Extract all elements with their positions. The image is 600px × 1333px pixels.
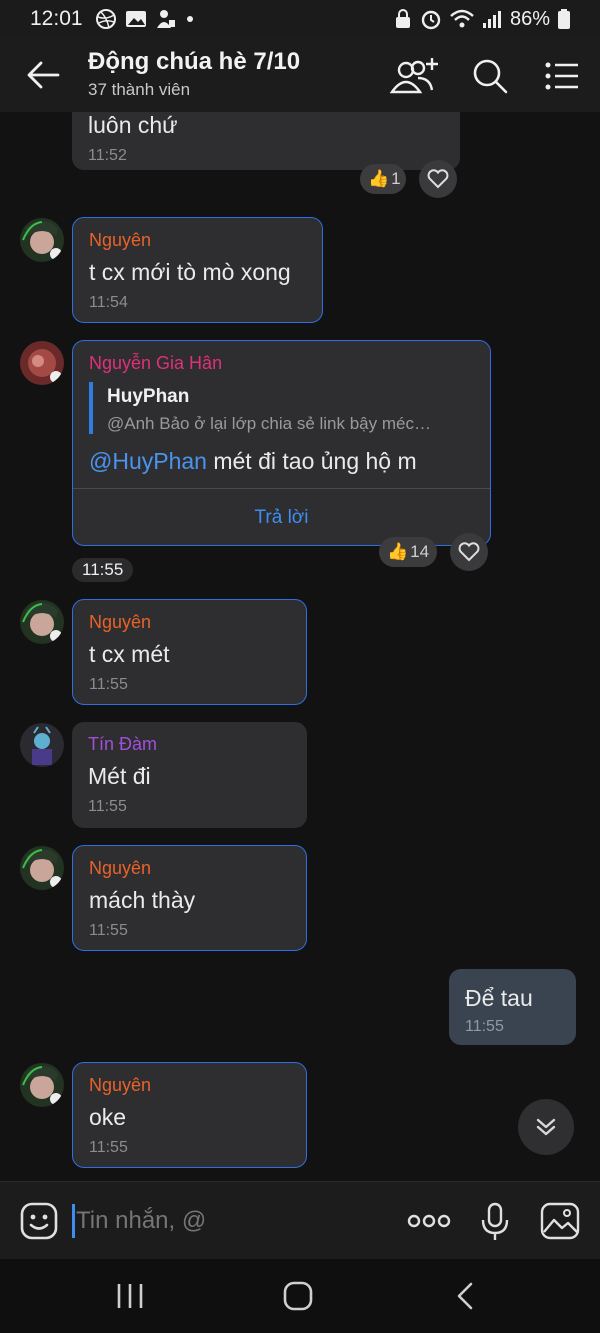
double-chevron-down-icon (536, 1118, 556, 1136)
alarm-icon (421, 10, 441, 30)
person-icon (156, 10, 175, 28)
message-bubble[interactable]: luôn chứ 11:52 (72, 112, 460, 170)
avatar[interactable] (20, 218, 64, 262)
message-bubble[interactable]: Nguyên mách thày 11:55 (72, 845, 307, 951)
gallery-icon (125, 11, 146, 27)
message-text: t cx mét (89, 641, 170, 667)
recent-apps-icon[interactable] (116, 1281, 144, 1311)
my-message-bubble[interactable]: Để tau 11:55 (449, 969, 576, 1045)
dribbble-icon (95, 9, 116, 29)
message-text: t cx mới tò mò xong (89, 259, 291, 285)
avatar[interactable] (20, 846, 64, 890)
scroll-to-bottom-button[interactable] (518, 1099, 574, 1155)
message-text: mét đi tao ủng hộ m (206, 448, 417, 474)
message-time: 11:55 (89, 922, 128, 939)
microphone-icon[interactable] (480, 1202, 510, 1242)
battery-icon (558, 9, 570, 29)
message-time: 11:55 (89, 1139, 128, 1156)
message-text: luôn chứ (88, 112, 178, 138)
heart-icon (458, 542, 480, 562)
more-options-icon[interactable] (406, 1212, 452, 1230)
message-time: 11:55 (72, 558, 134, 582)
divider (73, 488, 490, 489)
sender-name: Tín Đàm (88, 734, 158, 754)
heart-react-button[interactable] (450, 533, 488, 571)
avatar[interactable] (20, 600, 64, 644)
avatar[interactable] (20, 1063, 64, 1107)
sender-name: Nguyên (89, 858, 152, 878)
message-list[interactable]: luôn chứ 11:52 👍 1 Nguyên t cx mới tò mò… (0, 112, 600, 1180)
reaction-chip[interactable]: 👍 14 (379, 537, 437, 567)
sender-name: Nguyên (89, 230, 152, 250)
avatar[interactable] (20, 341, 64, 385)
member-count[interactable]: 37 thành viên (88, 80, 190, 100)
search-icon[interactable] (468, 56, 512, 96)
message-text: mách thày (89, 887, 196, 913)
group-title[interactable]: Động chúa hè 7/10 (88, 48, 300, 76)
system-icons: 86% (394, 8, 570, 31)
sender-name: Nguyên (89, 612, 152, 632)
message-text: oke (89, 1104, 127, 1130)
heart-react-button[interactable] (419, 160, 457, 198)
message-text: Mét đi (88, 763, 151, 789)
reply-message-bubble[interactable]: Nguyễn Gia Hân HuyPhan @Anh Bảo ở lại lớ… (72, 340, 491, 546)
quote-author: HuyPhan (107, 386, 190, 407)
system-navigation-bar (0, 1259, 600, 1333)
quoted-message[interactable]: HuyPhan @Anh Bảo ở lại lớp chia sẻ link … (89, 382, 474, 434)
avatar[interactable] (20, 723, 64, 767)
menu-icon[interactable] (544, 56, 580, 96)
wifi-icon (450, 9, 474, 28)
home-icon[interactable] (282, 1280, 314, 1312)
back-nav-icon[interactable] (455, 1281, 475, 1311)
image-icon[interactable] (540, 1202, 580, 1240)
thumbs-up-icon: 👍 (387, 542, 409, 561)
alarm-lock-icon (395, 9, 410, 28)
message-time: 11:54 (89, 294, 128, 311)
status-time: 12:01 (30, 7, 83, 30)
battery-percent: 86% (509, 7, 550, 30)
sender-name: Nguyên (89, 1075, 152, 1095)
status-bar: 12:01 86% (0, 0, 600, 38)
sender-name: Nguyễn Gia Hân (89, 353, 223, 373)
notification-icons (95, 8, 195, 30)
message-composer (0, 1181, 600, 1259)
thumbs-up-icon: 👍 (368, 169, 390, 188)
reaction-count: 14 (410, 542, 430, 561)
heart-icon (427, 169, 449, 189)
back-arrow-icon[interactable] (26, 60, 60, 90)
quote-text: @Anh Bảo ở lại lớp chia sẻ link bậy méc… (107, 414, 431, 433)
message-bubble[interactable]: Nguyên t cx mới tò mò xong 11:54 (72, 217, 323, 323)
chat-header: Động chúa hè 7/10 37 thành viên (0, 38, 600, 112)
message-time: 11:52 (88, 147, 127, 164)
mention-link[interactable]: @HuyPhan (89, 448, 207, 474)
reply-button[interactable]: Trả lời (73, 491, 490, 545)
message-bubble[interactable]: Nguyên oke 11:55 (72, 1062, 307, 1168)
dot-icon (186, 16, 193, 22)
sticker-icon[interactable] (20, 1202, 58, 1240)
message-bubble[interactable]: Nguyên t cx mét 11:55 (72, 599, 307, 705)
reaction-chip[interactable]: 👍 1 (360, 164, 406, 194)
reaction-count: 1 (391, 169, 401, 188)
add-member-icon[interactable] (388, 56, 440, 96)
message-time: 11:55 (89, 676, 128, 693)
message-time: 11:55 (465, 1018, 504, 1035)
text-cursor (72, 1204, 75, 1238)
message-input[interactable] (76, 1200, 376, 1242)
message-time: 11:55 (88, 798, 127, 815)
signal-icon (482, 11, 501, 28)
message-text: Để tau (465, 985, 533, 1011)
message-bubble[interactable]: Tín Đàm Mét đi 11:55 (72, 722, 307, 828)
